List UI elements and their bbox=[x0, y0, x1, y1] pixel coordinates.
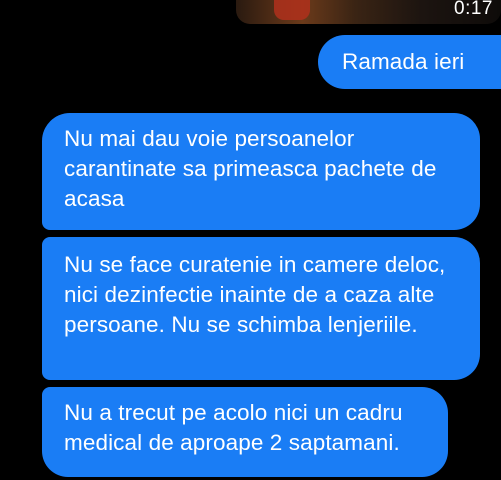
incoming-message-bubble[interactable]: Nu se face curatenie in camere deloc, ni… bbox=[42, 237, 480, 380]
video-frame-detail bbox=[274, 0, 310, 20]
outgoing-message-bubble[interactable]: Ramada ieri bbox=[318, 35, 501, 89]
message-text: Nu mai dau voie persoanelor carantinate … bbox=[64, 126, 437, 211]
video-duration: 0:17 bbox=[454, 0, 493, 19]
incoming-message-bubble[interactable]: Nu mai dau voie persoanelor carantinate … bbox=[42, 113, 480, 230]
message-text: Nu a trecut pe acolo nici un cadru medic… bbox=[64, 400, 403, 455]
chat-screen: 0:17 Ramada ieri Nu mai dau voie persoan… bbox=[0, 0, 501, 480]
incoming-message-bubble[interactable]: Nu a trecut pe acolo nici un cadru medic… bbox=[42, 387, 448, 477]
message-text: Ramada ieri bbox=[342, 49, 465, 74]
video-message-thumbnail[interactable]: 0:17 bbox=[236, 0, 501, 24]
message-text: Nu se face curatenie in camere deloc, ni… bbox=[64, 252, 446, 337]
